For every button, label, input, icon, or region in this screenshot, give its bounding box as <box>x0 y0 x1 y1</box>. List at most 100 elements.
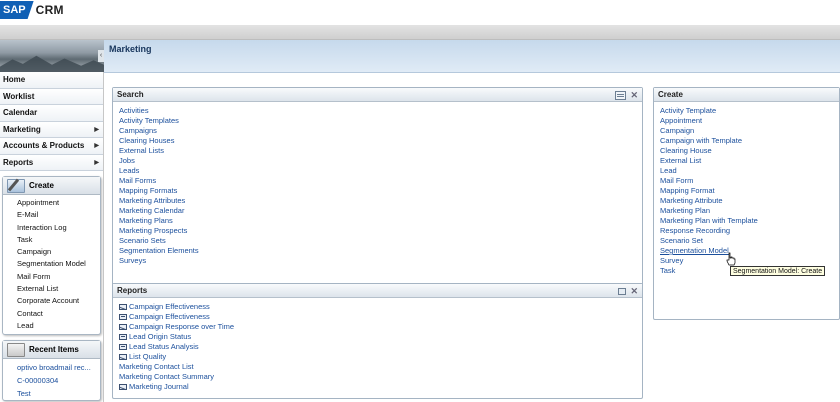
search-link-activity-templates[interactable]: Activity Templates <box>119 116 642 126</box>
create-item-e-mail[interactable]: E-Mail <box>17 209 100 221</box>
recent-items-list: optivo broadmail rec... C-00000304 Test <box>3 359 100 400</box>
recent-item[interactable]: optivo broadmail rec... <box>17 361 100 374</box>
hand-cursor-icon <box>726 252 736 266</box>
search-link-mail-forms[interactable]: Mail Forms <box>119 176 642 186</box>
recent-item[interactable]: C-00000304 <box>17 374 100 387</box>
create-panel: Create Appointment E-Mail Interaction Log T… <box>2 176 101 336</box>
report-link-marketing-contact-summary[interactable]: Marketing Contact Summary <box>119 372 642 382</box>
close-icon[interactable]: ✕ <box>630 88 638 102</box>
create-link-activity-template[interactable]: Activity Template <box>660 106 839 116</box>
report-link-list-quality[interactable]: List Quality <box>119 352 642 362</box>
report-link-marketing-journal[interactable]: Marketing Journal <box>119 382 642 392</box>
report-mail-icon <box>119 384 127 390</box>
create-link-marketing-plan[interactable]: Marketing Plan <box>660 206 839 216</box>
search-block-title: Search <box>117 90 144 99</box>
search-link-marketing-calendar[interactable]: Marketing Calendar <box>119 206 642 216</box>
search-link-activities[interactable]: Activities <box>119 106 642 116</box>
nav-item-home[interactable]: Home <box>0 72 103 89</box>
create-link-external-list[interactable]: External List <box>660 156 839 166</box>
report-link-campaign-effectiveness[interactable]: Campaign Effectiveness <box>119 302 642 312</box>
report-grid-icon <box>119 314 127 320</box>
create-link-clearing-house[interactable]: Clearing House <box>660 146 839 156</box>
create-link-marketing-attribute[interactable]: Marketing Attribute <box>660 196 839 206</box>
report-link-marketing-contact-list[interactable]: Marketing Contact List <box>119 362 642 372</box>
create-item-contact[interactable]: Contact <box>17 308 100 320</box>
report-link-lead-origin-status[interactable]: Lead Origin Status <box>119 332 642 342</box>
report-mail-icon <box>119 324 127 330</box>
report-link-campaign-response-over-time[interactable]: Campaign Response over Time <box>119 322 642 332</box>
nav-item-reports[interactable]: Reports ▶ <box>0 154 103 171</box>
create-link-mail-form[interactable]: Mail Form <box>660 176 839 186</box>
search-link-external-lists[interactable]: External Lists <box>119 146 642 156</box>
report-link-label: Campaign Effectiveness <box>129 302 210 311</box>
create-panel-header: Create <box>3 177 100 195</box>
search-link-mapping-formats[interactable]: Mapping Formats <box>119 186 642 196</box>
create-item-task[interactable]: Task <box>17 234 100 246</box>
create-item-segmentation-model[interactable]: Segmentation Model <box>17 258 100 270</box>
create-panel-list: Appointment E-Mail Interaction Log Task Camp… <box>3 195 100 334</box>
nav-item-calendar[interactable]: Calendar <box>0 105 103 122</box>
chevron-right-icon: ▶ <box>94 126 99 133</box>
create-link-segmentation-model[interactable]: Segmentation Model <box>660 246 839 256</box>
nav-items: Home Worklist Calendar Marketing ▶ Accounts &… <box>0 72 103 171</box>
search-link-marketing-attributes[interactable]: Marketing Attributes <box>119 196 642 206</box>
recent-items-icon <box>7 342 25 357</box>
create-item-external-list[interactable]: External List <box>17 283 100 295</box>
create-link-response-recording[interactable]: Response Recording <box>660 226 839 236</box>
nav-item-marketing[interactable]: Marketing ▶ <box>0 121 103 138</box>
create-link-marketing-plan-with-template[interactable]: Marketing Plan with Template <box>660 216 839 226</box>
reports-block-title: Reports <box>117 286 148 295</box>
report-link-label: Lead Status Analysis <box>129 342 199 351</box>
nav-item-label: Home <box>3 75 26 84</box>
chevron-right-icon: ▶ <box>94 159 99 166</box>
header-separator-bar <box>0 25 840 40</box>
search-link-leads[interactable]: Leads <box>119 166 642 176</box>
nav-item-accounts-products[interactable]: Accounts & Products ▶ <box>0 138 103 155</box>
create-item-lead[interactable]: Lead <box>17 320 100 332</box>
nav-item-label: Accounts & Products <box>3 141 85 150</box>
search-link-clearing-houses[interactable]: Clearing Houses <box>119 136 642 146</box>
nav-item-worklist[interactable]: Worklist <box>0 88 103 105</box>
create-item-appointment[interactable]: Appointment <box>17 197 100 209</box>
report-mail-icon <box>119 354 127 360</box>
sap-crm-logo: SAP CRM <box>0 0 64 20</box>
search-link-marketing-plans[interactable]: Marketing Plans <box>119 216 642 226</box>
nav-item-label: Calendar <box>3 108 38 117</box>
create-link-survey[interactable]: Survey <box>660 256 839 266</box>
create-link-scenario-set[interactable]: Scenario Set <box>660 236 839 246</box>
create-link-campaign-with-template[interactable]: Campaign with Template <box>660 136 839 146</box>
search-link-marketing-prospects[interactable]: Marketing Prospects <box>119 226 642 236</box>
create-item-interaction-log[interactable]: Interaction Log <box>17 222 100 234</box>
create-block-title: Create <box>658 90 683 99</box>
search-link-surveys[interactable]: Surveys <box>119 256 642 266</box>
report-link-lead-status-analysis[interactable]: Lead Status Analysis <box>119 342 642 352</box>
reports-block: Reports ✕ Campaign Effectiveness Campaign… <box>112 283 643 399</box>
main-content: Marketing Search ✕ Activities Activity Te… <box>104 40 840 402</box>
search-link-campaigns[interactable]: Campaigns <box>119 126 642 136</box>
search-link-jobs[interactable]: Jobs <box>119 156 642 166</box>
create-link-appointment[interactable]: Appointment <box>660 116 839 126</box>
create-link-mapping-format[interactable]: Mapping Format <box>660 186 839 196</box>
report-link-campaign-effectiveness[interactable]: Campaign Effectiveness <box>119 312 642 322</box>
search-link-scenario-sets[interactable]: Scenario Sets <box>119 236 642 246</box>
left-navigation: ‹ Home Worklist Calendar Marketing ▶ Accounts… <box>0 40 104 402</box>
minimize-icon[interactable] <box>618 287 627 295</box>
top-bar: SAP CRM <box>0 0 840 25</box>
tooltip: Segmentation Model: Create <box>730 266 826 276</box>
recent-item[interactable]: Test <box>17 387 100 400</box>
personalize-icon[interactable] <box>615 90 627 100</box>
create-block-header: Create <box>654 88 839 102</box>
close-icon[interactable]: ✕ <box>630 284 638 298</box>
search-link-segmentation-elements[interactable]: Segmentation Elements <box>119 246 642 256</box>
create-link-lead[interactable]: Lead <box>660 166 839 176</box>
create-item-campaign[interactable]: Campaign <box>17 246 100 258</box>
report-link-label: List Quality <box>129 352 167 361</box>
page-title: Marketing <box>109 44 152 54</box>
report-link-label: Campaign Effectiveness <box>129 312 210 321</box>
create-link-campaign[interactable]: Campaign <box>660 126 839 136</box>
create-item-corporate-account[interactable]: Corporate Account <box>17 295 100 307</box>
create-item-mail-form[interactable]: Mail Form <box>17 271 100 283</box>
sap-logo-mark: SAP <box>0 1 34 19</box>
report-grid-icon <box>119 334 127 340</box>
recent-items-title: Recent Items <box>29 345 79 355</box>
